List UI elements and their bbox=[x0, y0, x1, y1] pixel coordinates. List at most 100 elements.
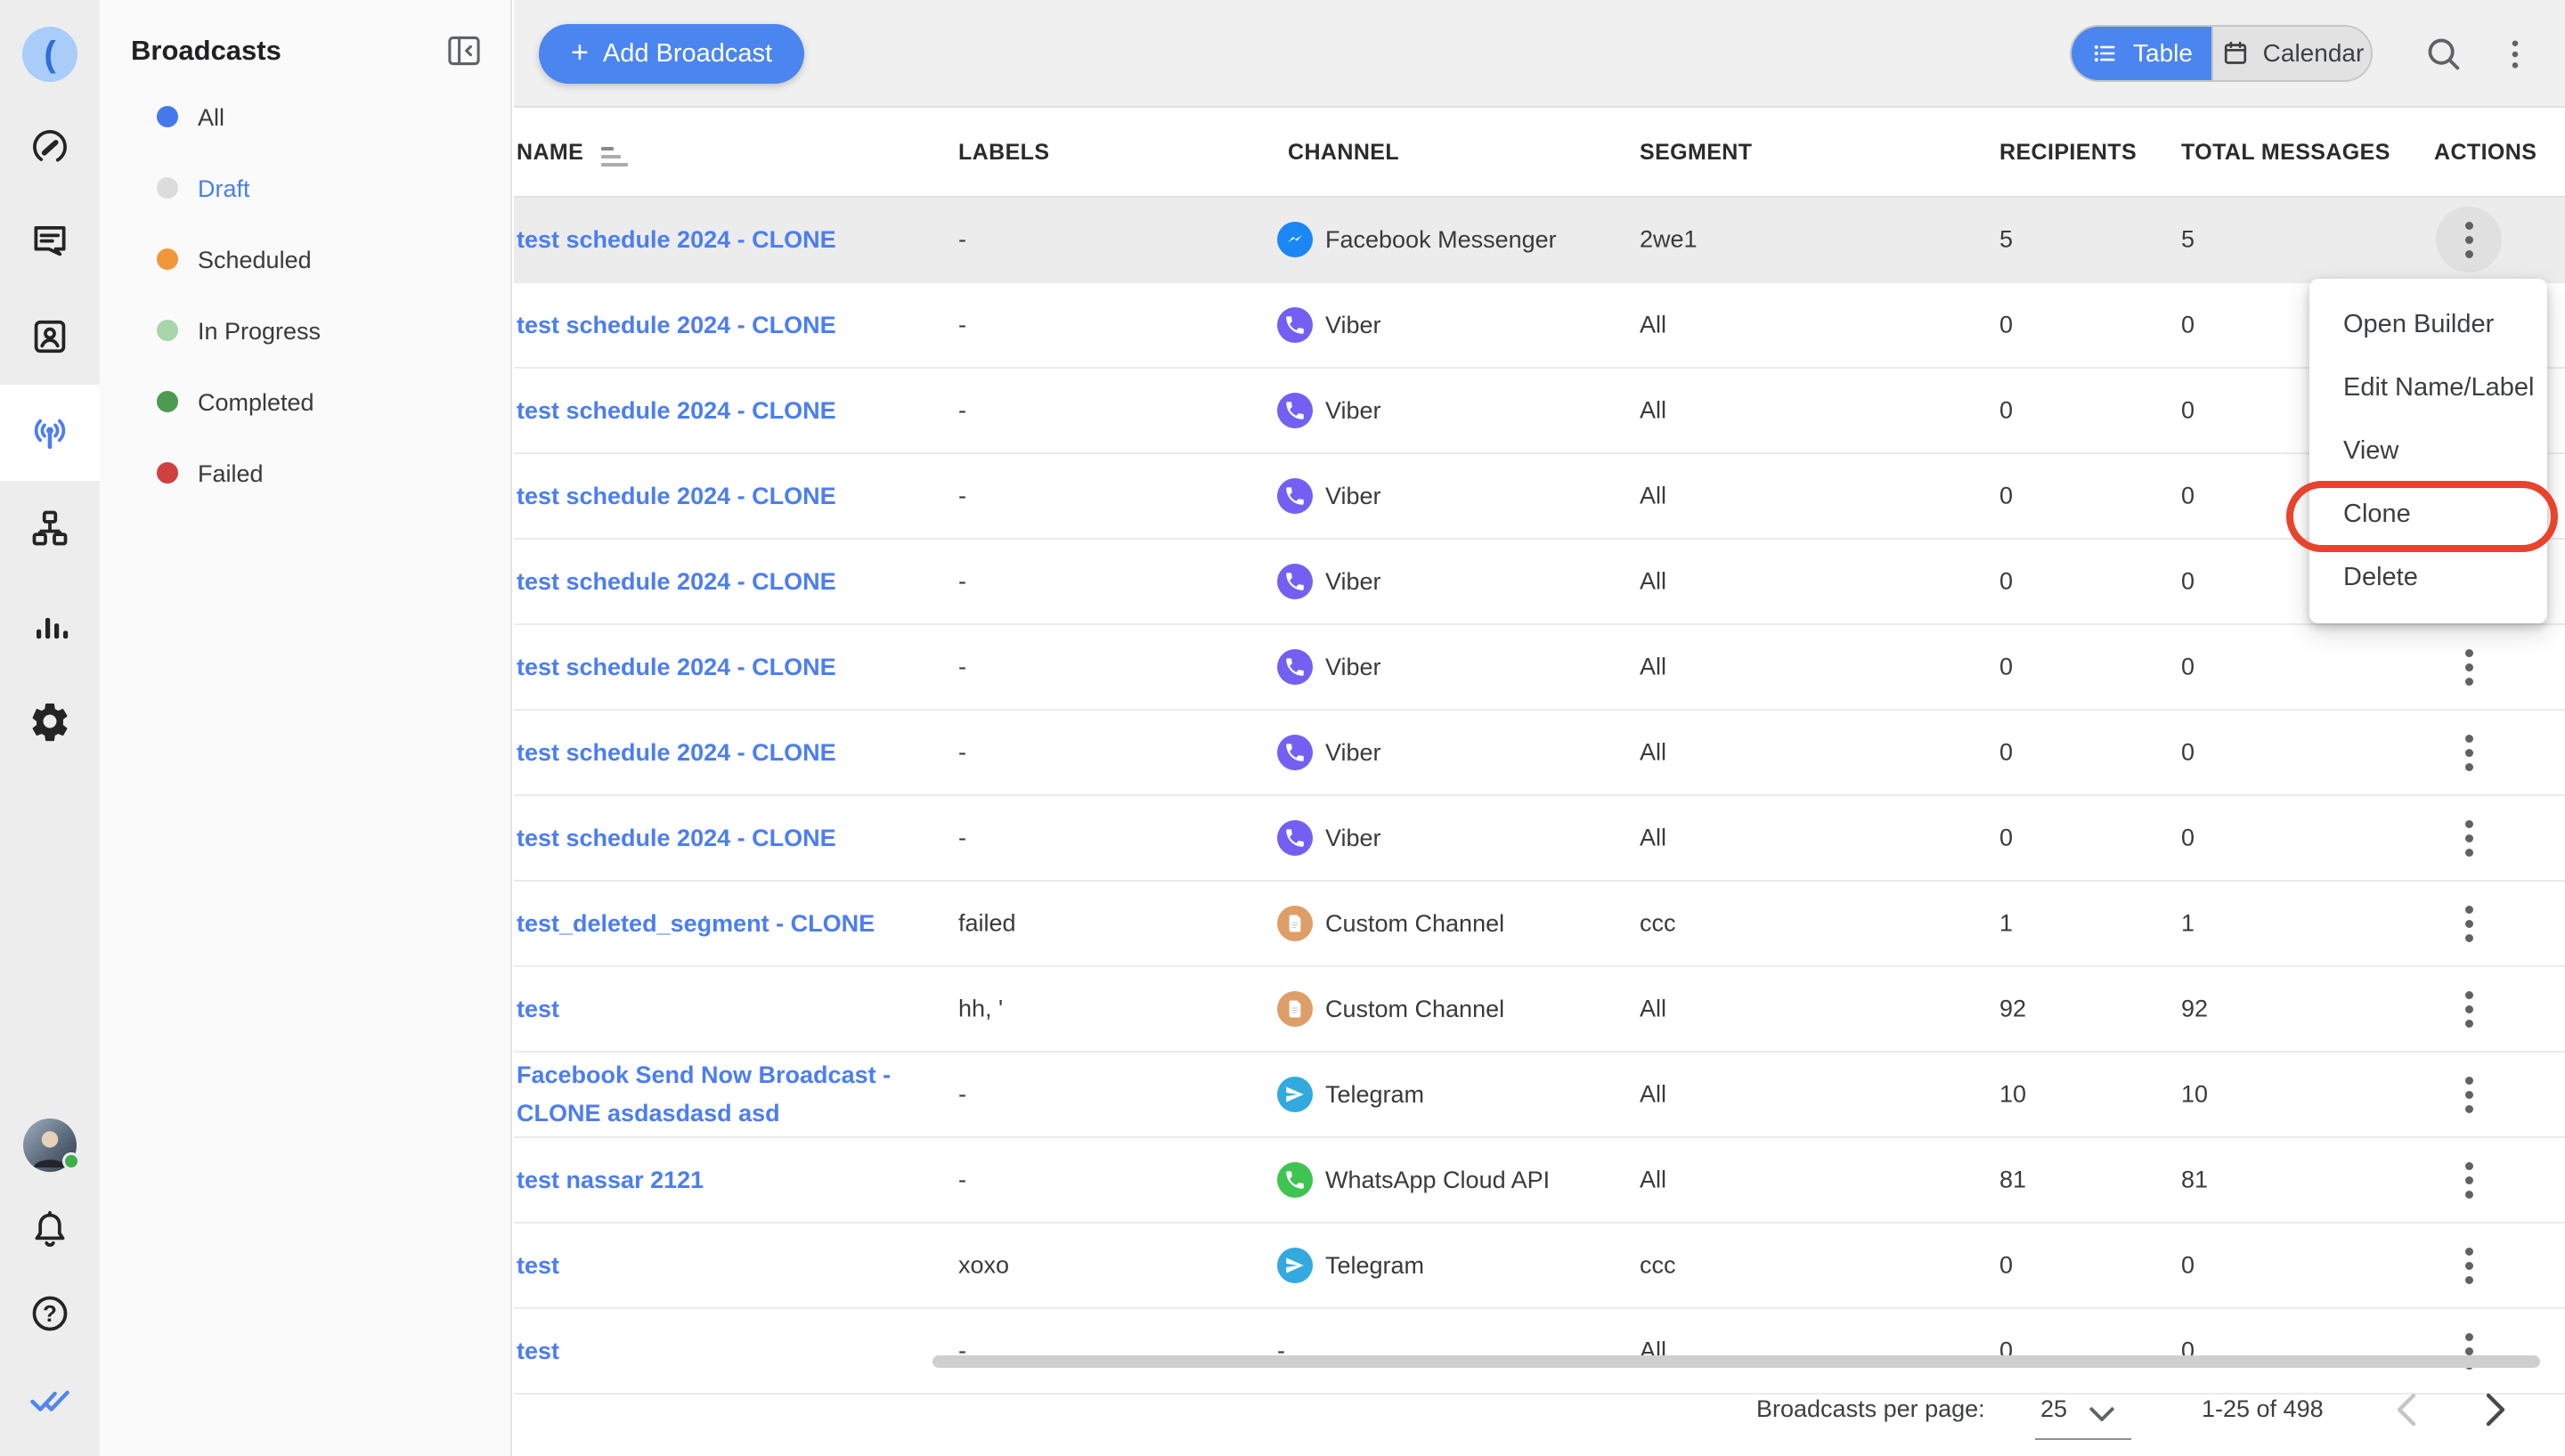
row-actions-button[interactable] bbox=[2436, 891, 2502, 956]
search-button[interactable] bbox=[2422, 32, 2466, 77]
row-actions-button[interactable] bbox=[2436, 805, 2502, 871]
menu-item-delete[interactable]: Delete bbox=[2309, 546, 2547, 609]
broadcast-name-link[interactable]: test bbox=[517, 990, 962, 1028]
view-toggle-table[interactable]: Table bbox=[2072, 27, 2211, 80]
recipients-cell: 10 bbox=[1999, 1081, 2026, 1109]
viber-channel-icon bbox=[1277, 393, 1313, 428]
column-header-name[interactable]: NAME bbox=[517, 108, 628, 198]
sidebar-item-contacts[interactable] bbox=[0, 289, 100, 385]
table-row: test nassar 2121-WhatsApp Cloud APIAll81… bbox=[514, 1138, 2565, 1224]
channel-label: Viber bbox=[1325, 739, 1381, 767]
viber-channel-icon bbox=[1277, 307, 1313, 343]
table-row: test_deleted_segment - CLONEfailed Custom… bbox=[514, 882, 2565, 967]
segment-cell: All bbox=[1640, 397, 1666, 425]
flows-sitemap-icon bbox=[28, 506, 72, 550]
next-page-button[interactable] bbox=[2478, 1390, 2513, 1429]
broadcast-name-link[interactable]: test schedule 2024 - CLONE bbox=[517, 734, 962, 771]
segment-cell: ccc bbox=[1640, 910, 1676, 938]
brand-button[interactable] bbox=[0, 1352, 100, 1448]
filter-item-completed[interactable]: Completed bbox=[100, 366, 512, 437]
view-toggle-calendar[interactable]: Calendar bbox=[2211, 27, 2371, 80]
total-messages-cell: 0 bbox=[2181, 739, 2194, 767]
add-broadcast-button[interactable]: + Add Broadcast bbox=[539, 24, 804, 84]
list-icon bbox=[2090, 38, 2121, 69]
filter-label: Completed bbox=[198, 389, 314, 417]
calendar-icon bbox=[2220, 38, 2251, 69]
broadcast-name-link[interactable]: test bbox=[517, 1332, 962, 1370]
broadcast-name-link[interactable]: test schedule 2024 - CLONE bbox=[517, 477, 962, 515]
per-page-label: Broadcasts per page: bbox=[1756, 1395, 1985, 1423]
filter-item-draft[interactable]: Draft bbox=[100, 152, 512, 224]
table-row: test schedule 2024 - CLONE-ViberAll00 bbox=[514, 540, 2565, 625]
recipients-cell: 0 bbox=[1999, 568, 2013, 596]
segment-cell: 2we1 bbox=[1640, 226, 1698, 254]
plus-icon: + bbox=[571, 37, 589, 68]
broadcast-name-link[interactable]: test_deleted_segment - CLONE bbox=[517, 905, 962, 942]
broadcast-name-link[interactable]: test schedule 2024 - CLONE bbox=[517, 392, 962, 429]
channel-cell: Viber bbox=[1277, 478, 1381, 514]
row-actions-button[interactable] bbox=[2436, 976, 2502, 1042]
notifications-button[interactable] bbox=[0, 1181, 100, 1277]
channel-cell: WhatsApp Cloud API bbox=[1277, 1162, 1550, 1198]
labels-cell: failed bbox=[958, 910, 1016, 938]
workspace-logo[interactable]: ( bbox=[22, 27, 77, 82]
labels-cell: - bbox=[958, 1081, 966, 1109]
previous-page-button[interactable] bbox=[2389, 1390, 2424, 1429]
row-actions-button[interactable] bbox=[2436, 207, 2502, 272]
broadcast-name-link[interactable]: test schedule 2024 - CLONE bbox=[517, 819, 962, 857]
segment-cell: All bbox=[1640, 312, 1666, 339]
row-actions-button[interactable] bbox=[2436, 1318, 2502, 1384]
row-actions-button[interactable] bbox=[2436, 1061, 2502, 1127]
recipients-cell: 81 bbox=[1999, 1167, 2026, 1194]
chevron-down-icon[interactable] bbox=[2089, 1406, 2115, 1424]
broadcasts-panel: Broadcasts AllDraftScheduledIn ProgressC… bbox=[100, 0, 512, 1456]
row-actions-button[interactable] bbox=[2436, 720, 2502, 785]
table-row: test schedule 2024 - CLONE-Facebook Mess… bbox=[514, 198, 2565, 283]
broadcast-name-link[interactable]: test schedule 2024 - CLONE bbox=[517, 306, 962, 344]
segment-cell: All bbox=[1640, 996, 1666, 1023]
total-messages-cell: 0 bbox=[2181, 483, 2194, 510]
broadcast-name-link[interactable]: test schedule 2024 - CLONE bbox=[517, 563, 962, 600]
more-options-button[interactable] bbox=[2493, 32, 2537, 77]
broadcast-name-link[interactable]: test nassar 2121 bbox=[517, 1161, 962, 1199]
menu-item-clone[interactable]: Clone bbox=[2309, 483, 2547, 546]
filter-label: Draft bbox=[198, 175, 250, 203]
broadcast-name-link[interactable]: test schedule 2024 - CLONE bbox=[517, 648, 962, 686]
sidebar-item-broadcasts[interactable] bbox=[0, 385, 100, 481]
broadcast-name-link[interactable]: Facebook Send Now Broadcast - CLONE asda… bbox=[517, 1056, 962, 1133]
broadcast-name-link[interactable]: test bbox=[517, 1247, 962, 1284]
collapse-panel-button[interactable] bbox=[444, 30, 484, 71]
row-actions-button[interactable] bbox=[2436, 1232, 2502, 1298]
sidebar-item-analytics[interactable] bbox=[0, 578, 100, 674]
row-actions-button[interactable] bbox=[2436, 1147, 2502, 1213]
sidebar-item-flows[interactable] bbox=[0, 480, 100, 576]
whatsapp-channel-icon bbox=[1277, 1162, 1313, 1198]
menu-item-edit-name-label[interactable]: Edit Name/Label bbox=[2309, 356, 2547, 419]
menu-item-view[interactable]: View bbox=[2309, 419, 2547, 483]
help-button[interactable]: ? bbox=[0, 1265, 100, 1362]
channel-cell: Custom Channel bbox=[1277, 906, 1504, 941]
menu-item-open-builder[interactable]: Open Builder bbox=[2309, 293, 2547, 356]
channel-label: Viber bbox=[1325, 312, 1381, 339]
contacts-icon bbox=[28, 314, 72, 359]
help-icon: ? bbox=[28, 1291, 72, 1336]
filter-item-scheduled[interactable]: Scheduled bbox=[100, 224, 512, 295]
broadcast-antenna-icon bbox=[28, 411, 72, 455]
sidebar-item-dashboard[interactable] bbox=[0, 99, 100, 195]
sidebar-item-settings[interactable] bbox=[0, 673, 100, 769]
column-header-channel: CHANNEL bbox=[1288, 108, 1399, 198]
column-header-recipients: RECIPIENTS bbox=[1999, 108, 2137, 198]
filter-item-all[interactable]: All bbox=[100, 81, 512, 152]
channel-label: Telegram bbox=[1325, 1252, 1424, 1280]
horizontal-scrollbar[interactable] bbox=[932, 1355, 2540, 1368]
filter-item-failed[interactable]: Failed bbox=[100, 437, 512, 508]
sidebar-item-chats[interactable] bbox=[0, 192, 100, 289]
filter-item-in-progress[interactable]: In Progress bbox=[100, 295, 512, 366]
per-page-select[interactable]: 25 bbox=[2040, 1395, 2067, 1423]
status-dot bbox=[157, 320, 178, 341]
sort-icon bbox=[601, 147, 628, 167]
row-actions-button[interactable] bbox=[2436, 634, 2502, 700]
broadcast-name-link[interactable]: test schedule 2024 - CLONE bbox=[517, 221, 962, 258]
status-filter-list: All Draft ScheduledIn Progress Completed Fai… bbox=[100, 81, 512, 508]
user-avatar[interactable] bbox=[23, 1118, 77, 1172]
